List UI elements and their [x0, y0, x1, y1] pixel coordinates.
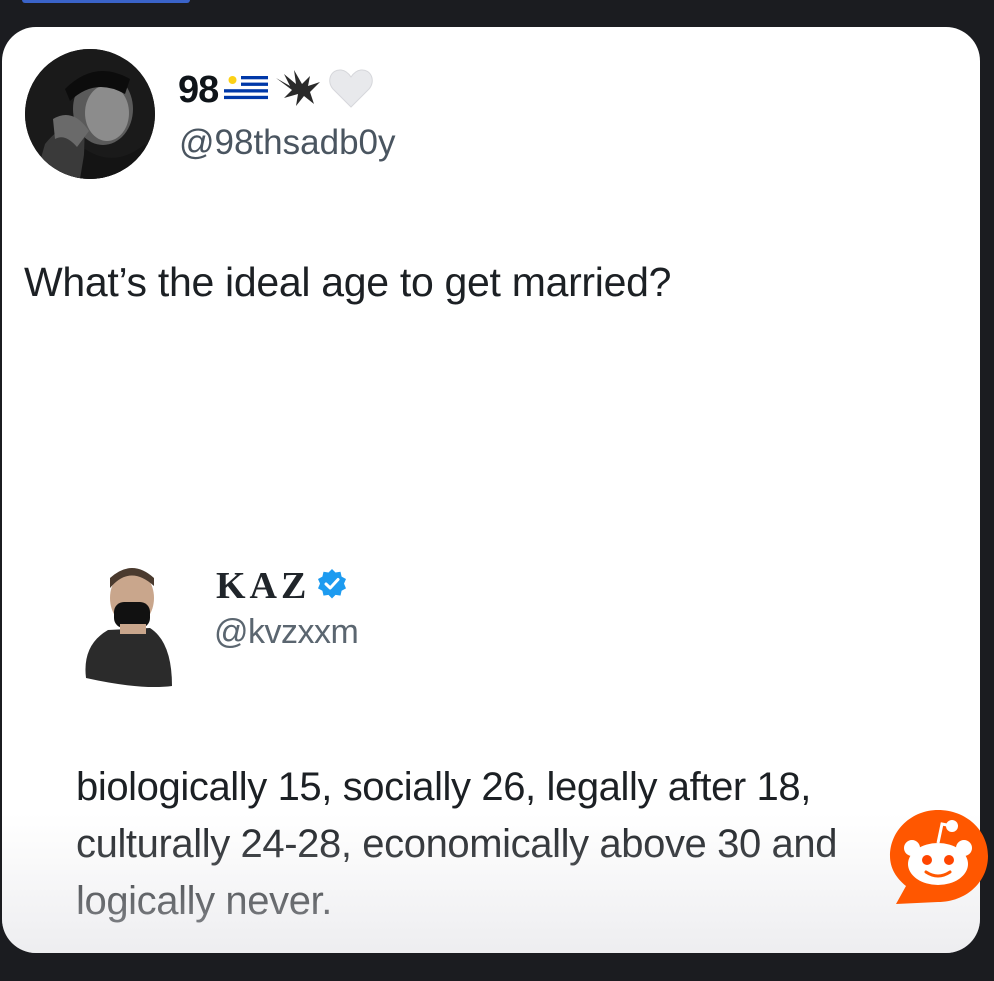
reply-avatar[interactable] — [80, 550, 176, 690]
display-name-row: 98 — [178, 65, 374, 115]
username[interactable]: @98thsadb0y — [179, 123, 396, 163]
white-heart-icon — [328, 67, 374, 114]
tweet-text: What’s the ideal age to get married? — [24, 259, 672, 305]
reply-display-name-row: KAZ — [216, 564, 348, 608]
reply-line: logically never. — [76, 879, 332, 923]
top-tab-indicator — [22, 0, 190, 3]
eagle-icon — [274, 68, 322, 113]
verified-badge-icon — [316, 568, 348, 605]
avatar[interactable] — [25, 49, 155, 179]
reply-display-name[interactable]: KAZ — [216, 564, 310, 608]
reply-text: biologically 15, socially 26, legally af… — [76, 759, 936, 930]
uruguay-flag-icon — [224, 72, 269, 108]
tweet-card: 98 @98thsadb0y What’s the ideal age to g… — [2, 27, 980, 953]
reply-line: biologically 15, socially 26, legally af… — [76, 765, 811, 809]
reddit-logo-icon[interactable] — [888, 804, 994, 910]
display-name[interactable]: 98 — [178, 69, 219, 112]
reply-username[interactable]: @kvzxxm — [214, 613, 359, 652]
reply-line: culturally 24-28, economically above 30 … — [76, 822, 838, 866]
